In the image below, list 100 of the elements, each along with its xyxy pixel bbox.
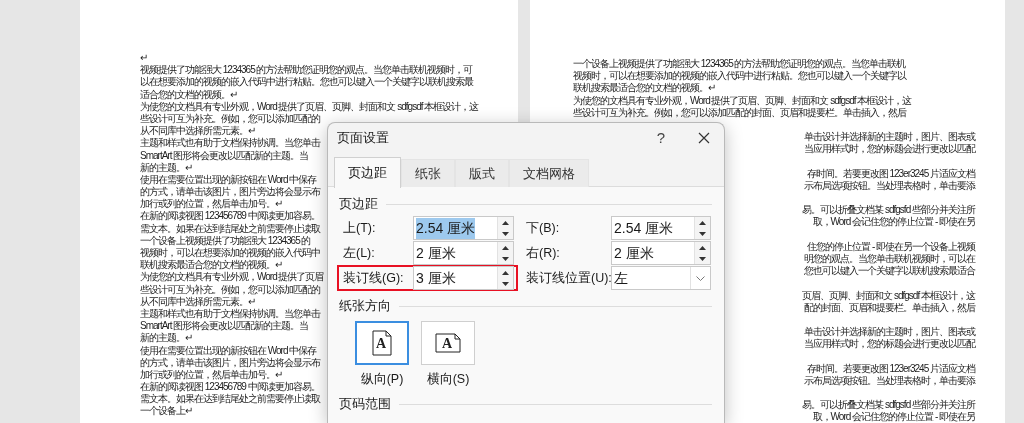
field-label: 右(R): — [526, 244, 561, 262]
close-icon — [698, 132, 710, 144]
portrait-page-icon: A — [372, 330, 392, 356]
tab[interactable]: 版式 — [455, 159, 509, 187]
text-line: 需文本。如果在达到结尾处之前需要停止读取 — [140, 393, 320, 406]
text-line: 配的封面、页眉和提要栏。单击插入，然后 — [804, 301, 975, 314]
field-label: 左(L): — [342, 244, 376, 262]
orientation-label: 纵向(P) — [360, 371, 404, 387]
spin-up-button[interactable] — [498, 217, 513, 228]
text-line: 单击设计并选择新的主题时，图片、图表或 — [804, 326, 975, 338]
spin-down-button[interactable] — [695, 253, 710, 264]
field-label: 下(B): — [526, 219, 561, 237]
text-line: 存时间。若要更改图 123er3245 片适应文档 — [806, 362, 975, 375]
spin-down-button[interactable] — [498, 278, 513, 289]
text-line: 些设计可互为补充。例如，您可以添加匹配的 — [140, 112, 320, 125]
text-line: 易。可以折叠文档某 sdfgsfd 些部分并关注所 — [802, 204, 975, 216]
text-line: 取，Word 会记住您的停止位置 - 即使在另 — [812, 411, 975, 423]
text-line: 的方式，请单击该图片，图片旁边将会显示布 — [140, 356, 320, 369]
text-line: 视频提供了功能强大 1234365 的方法帮助您证明您的观点。当您单击联机视频时，可 — [140, 64, 473, 76]
text-line: 以在想要添加的视频的嵌入代码中进行粘贴。您也可以键入一个关键字以联机搜索最 — [140, 76, 473, 89]
text-line: 单击设计并选择新的主题时，图片、图表或 — [804, 131, 975, 143]
field-label: 上(T): — [342, 219, 377, 237]
field-label: 装订线(G): — [342, 269, 405, 287]
spin-up-button[interactable] — [695, 217, 710, 228]
down-triangle-icon — [699, 256, 706, 261]
text-line: ↵ — [140, 52, 147, 65]
section-heading: 页码范围 — [339, 395, 391, 413]
up-triangle-icon — [502, 220, 509, 225]
text-line: 从不同库中选择所需元素。↵ — [140, 125, 255, 137]
orientation-button[interactable]: A — [421, 321, 475, 365]
text-line: 加行或列的位置，然后单击加号。↵ — [140, 198, 282, 210]
spin-down-button[interactable] — [695, 228, 710, 239]
text-line: 取，Word 会记住您的停止位置 - 即使在另 — [812, 216, 975, 229]
spin-field[interactable]: 2.54 厘米 — [413, 216, 514, 240]
text-line: 从不同库中选择所需元素。↵ — [140, 295, 255, 308]
up-triangle-icon — [699, 220, 706, 225]
up-triangle-icon — [502, 245, 509, 250]
spin-up-button[interactable] — [498, 242, 513, 253]
text-line: 的方式，请单击该图片，图片旁边将会显示布 — [140, 186, 320, 198]
down-triangle-icon — [502, 256, 509, 261]
text-line: 当应用样式时，您的标题会进行更改以匹配 — [804, 338, 975, 351]
dropdown-field[interactable]: 左 — [611, 266, 711, 290]
text-line: 新的主题。↵ — [140, 161, 192, 174]
field-label: 装订线位置(U): — [526, 269, 611, 287]
text-line: 明您的观点。当您单击联机视频时，可以在 — [804, 253, 975, 265]
down-triangle-icon — [502, 231, 509, 236]
tab[interactable]: 纸张 — [401, 159, 455, 187]
up-triangle-icon — [502, 270, 509, 275]
chevron-down-icon — [696, 275, 705, 281]
text-line: SmartArt 图形将会更改以匹配新的主题。当 — [140, 320, 309, 332]
text-line: 些设计可互为补充。例如，您可以添加匹配的封面、页眉和提要栏。单击插入，然后 — [573, 106, 906, 119]
text-line: 视频时，可以在想要添加的视频的嵌入代码中进行粘贴。您也可以键入一个关键字以 — [573, 70, 906, 82]
text-line: 使用在需要位置出现的新按钮在 Word 中保存 — [140, 173, 317, 186]
text-line: 示布局选项按钮。当处理表格时，单击要添 — [804, 374, 975, 388]
spin-field[interactable]: 2.54 厘米 — [611, 216, 711, 240]
text-line: 在新的阅读视图 123456789 中阅读更加容易。 — [140, 210, 320, 223]
text-line: 新的主题。↵ — [140, 332, 192, 345]
down-triangle-icon — [502, 281, 509, 286]
text-line: 加行或列的位置，然后单击加号。↵ — [140, 368, 282, 381]
text-line: 适合您的文档的视频。↵ — [140, 88, 237, 101]
up-triangle-icon — [699, 245, 706, 250]
spin-up-button[interactable] — [695, 242, 710, 253]
tab[interactable]: 页边距 — [334, 157, 401, 188]
text-line: 为使您的文档具有专业外观，Word 提供了页眉、页脚、封面和文 sdfgsdf 本框设计，这 — [140, 100, 479, 113]
section-heading: 页边距 — [339, 195, 378, 213]
text-line: 联机搜索最适合您的文档的视频。↵ — [573, 82, 715, 95]
text-line: 为使您的文档具有专业外观，Word 提供了页眉、页脚、封面和文 sdfgsdf 本框设计，这 — [573, 94, 912, 107]
text-line: 当应用样式时，您的标题会进行更改以匹配 — [804, 143, 975, 156]
text-line: 使用在需要位置出现的新按钮在 Word 中保存 — [140, 344, 317, 357]
help-button[interactable]: ? — [646, 126, 676, 150]
text-line: 需文本。如果在达到结尾处之前需要停止读取 — [140, 222, 320, 235]
text-line: 住您的停止位置 - 即使在另一个设备上视频 — [807, 240, 975, 253]
text-line: 主题和样式也有助于文档保持协调。当您单击 — [140, 137, 320, 150]
text-line: 您也可以键入一个关键字以联机搜索最适合 — [804, 265, 975, 278]
landscape-page-icon: A — [435, 333, 461, 353]
text-line: 主题和样式也有助于文档保持协调。当您单击 — [140, 307, 320, 320]
text-line: 一个设备上视频提供了功能强大 1234365 的方法帮助您证明您的观点。当您单击联机 — [573, 58, 906, 70]
spin-field[interactable]: 3 厘米 — [413, 266, 514, 290]
text-line: 视频时，可以在想要添加的视频的嵌入代码中 — [140, 247, 320, 259]
orientation-button[interactable]: A — [355, 321, 409, 365]
spin-field[interactable]: 2 厘米 — [413, 241, 514, 265]
text-line: 存时间。若要更改图 123er3245 片适应文档 — [806, 167, 975, 180]
text-line: 一个设备上↵ — [140, 405, 192, 418]
text-line: SmartArt 图形将会更改以匹配新的主题。当 — [140, 149, 309, 162]
text-line: 些设计可互为补充。例如，您可以添加匹配的 — [140, 283, 320, 296]
section-heading: 纸张方向 — [339, 297, 391, 315]
text-line: 示布局选项按钮。当处理表格时，单击要添 — [804, 179, 975, 193]
spin-field[interactable]: 2 厘米 — [611, 241, 711, 265]
text-line: 页眉、页脚、封面和文 sdfgsdf 本框设计，这 — [802, 289, 975, 302]
tab[interactable]: 文档网格 — [509, 159, 589, 187]
spin-up-button[interactable] — [498, 267, 513, 278]
text-line: 易。可以折叠文档某 sdfgsfd 些部分并关注所 — [802, 399, 975, 411]
text-line: 联机搜索最适合您的文档的视频。↵ — [140, 259, 282, 271]
down-triangle-icon — [699, 231, 706, 236]
text-line: 为使您的文档具有专业外观，Word 提供了页眉 — [140, 271, 324, 284]
dialog-title: 页面设置 — [337, 129, 389, 147]
text-line: 在新的阅读视图 123456789 中阅读更加容易。 — [140, 381, 320, 393]
spin-down-button[interactable] — [498, 228, 513, 239]
spin-down-button[interactable] — [498, 253, 513, 264]
text-line: 一个设备上视频提供了功能强大 1234365 的 — [140, 234, 311, 247]
